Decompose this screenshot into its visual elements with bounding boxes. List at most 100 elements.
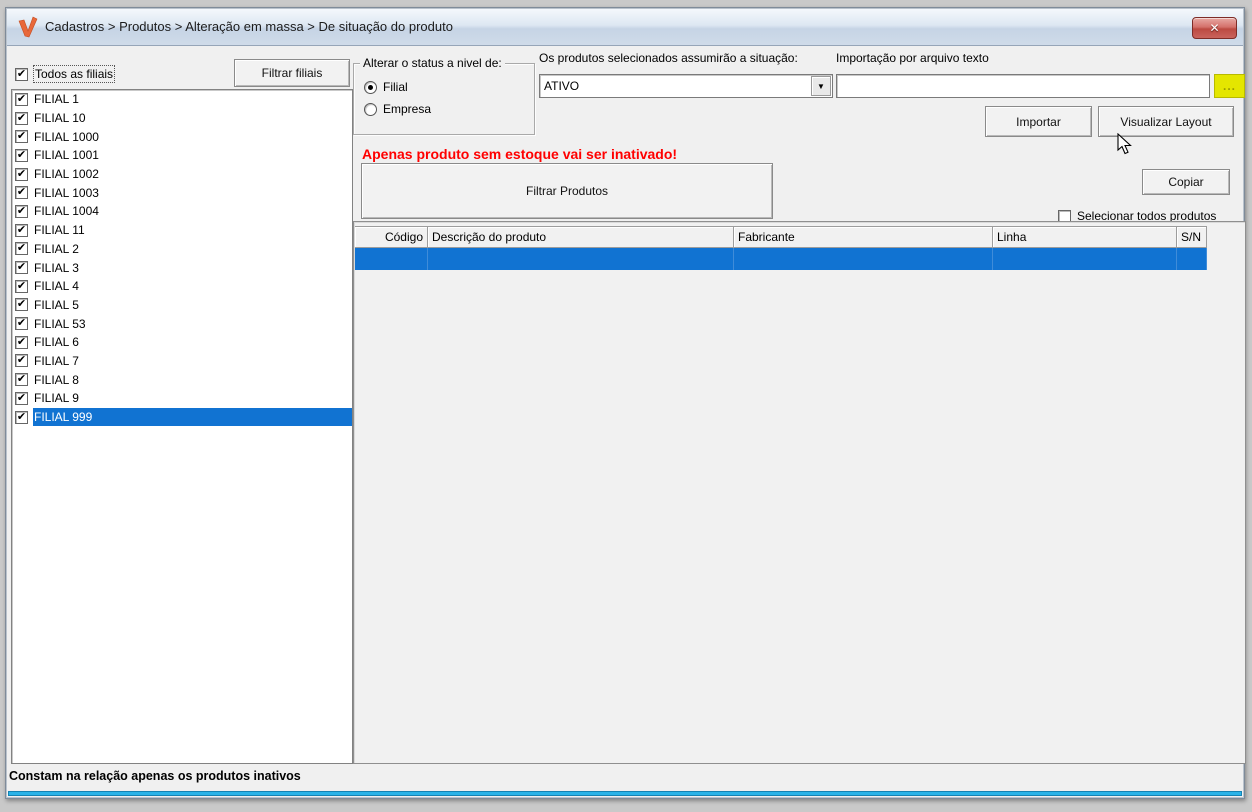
products-grid[interactable]: Código Descrição do produto Fabricante Linh…: [353, 221, 1246, 764]
close-icon: ✕: [1209, 21, 1220, 35]
situacao-dropdown[interactable]: ATIVO ▼: [539, 74, 833, 98]
list-item[interactable]: ✔ FILIAL 1003: [12, 183, 352, 202]
list-item[interactable]: ✔ FILIAL 1004: [12, 202, 352, 221]
list-item[interactable]: ✔ FILIAL 5: [12, 296, 352, 315]
radio-option-filial[interactable]: Filial: [364, 80, 408, 94]
mouse-cursor-icon: [1117, 133, 1132, 155]
chevron-down-icon[interactable]: ▼: [811, 76, 831, 96]
status-bar-text: Constam na relação apenas os produtos in…: [9, 769, 301, 783]
list-item-checkbox[interactable]: ✔: [15, 148, 28, 162]
list-item-checkbox[interactable]: ✔: [15, 279, 28, 293]
list-item-checkbox[interactable]: ✔: [15, 167, 28, 181]
list-item[interactable]: ✔ FILIAL 6: [12, 333, 352, 352]
title-bar[interactable]: Cadastros > Produtos > Alteração em mass…: [7, 9, 1243, 46]
window-bottom-accent: [8, 791, 1242, 796]
list-item-checkbox[interactable]: ✔: [15, 261, 28, 275]
list-item[interactable]: ✔ FILIAL 1001: [12, 146, 352, 165]
list-item-checkbox[interactable]: ✔: [15, 242, 28, 256]
grid-column-header[interactable]: Linha: [993, 226, 1177, 248]
list-item[interactable]: ✔ FILIAL 7: [12, 352, 352, 371]
window-title: Cadastros > Produtos > Alteração em mass…: [45, 19, 453, 34]
importacao-label: Importação por arquivo texto: [836, 51, 989, 65]
list-item[interactable]: ✔ FILIAL 3: [12, 258, 352, 277]
list-item[interactable]: ✔ FILIAL 53: [12, 314, 352, 333]
grid-cell[interactable]: [734, 248, 993, 270]
filtrar-produtos-button[interactable]: Filtrar Produtos: [361, 163, 773, 219]
grid-column-header[interactable]: Fabricante: [734, 226, 993, 248]
list-item-label: FILIAL 1: [34, 92, 79, 107]
radio-icon[interactable]: [364, 102, 377, 116]
grid-cell[interactable]: [428, 248, 734, 270]
importar-button[interactable]: Importar: [985, 106, 1092, 137]
list-item[interactable]: ✔ FILIAL 9: [12, 389, 352, 408]
select-all-filiais-checkbox[interactable]: ✔: [15, 67, 28, 81]
list-item[interactable]: ✔ FILIAL 10: [12, 109, 352, 128]
filial-list[interactable]: ✔ FILIAL 1 ✔ FILIAL 10 ✔ FILIAL 1000 ✔ FILIAL 1…: [11, 89, 353, 764]
status-level-groupbox: Alterar o status a nivel de: Filial Empre…: [353, 56, 535, 135]
list-item[interactable]: ✔ FILIAL 2: [12, 240, 352, 259]
app-window: Cadastros > Produtos > Alteração em mass…: [5, 7, 1246, 799]
list-item-label: FILIAL 1001: [34, 148, 99, 163]
list-item[interactable]: ✔ FILIAL 1000: [12, 127, 352, 146]
select-all-filiais-label: Todos as filiais: [32, 65, 116, 83]
list-item-checkbox[interactable]: ✔: [15, 223, 28, 237]
list-item-label: FILIAL 9: [34, 391, 79, 406]
list-item-label: FILIAL 4: [34, 279, 79, 294]
browse-file-button[interactable]: ...: [1214, 74, 1245, 98]
list-item-label: FILIAL 10: [34, 111, 86, 126]
list-item-checkbox[interactable]: ✔: [15, 354, 28, 368]
list-item[interactable]: ✔ FILIAL 1002: [12, 165, 352, 184]
list-item[interactable]: ✔ FILIAL 8: [12, 370, 352, 389]
list-item-label: FILIAL 6: [34, 335, 79, 350]
copiar-button[interactable]: Copiar: [1142, 169, 1230, 195]
list-item-checkbox[interactable]: ✔: [15, 298, 28, 312]
situacao-value: ATIVO: [544, 79, 580, 93]
list-item-label: FILIAL 3: [34, 260, 79, 275]
list-item-checkbox[interactable]: ✔: [15, 111, 28, 125]
close-button[interactable]: ✕: [1192, 17, 1237, 39]
list-item-checkbox[interactable]: ✔: [15, 92, 28, 106]
grid-selected-row[interactable]: [355, 248, 1207, 270]
list-item-checkbox[interactable]: ✔: [15, 130, 28, 144]
list-item[interactable]: ✔ FILIAL 999: [12, 407, 352, 427]
list-item-label: FILIAL 2: [34, 241, 79, 256]
list-item-label: FILIAL 1000: [34, 129, 99, 144]
list-item-label: FILIAL 1004: [34, 204, 99, 219]
list-item-label: FILIAL 8: [34, 372, 79, 387]
list-item[interactable]: ✔ FILIAL 11: [12, 221, 352, 240]
radio-icon[interactable]: [364, 80, 377, 94]
grid-column-header[interactable]: Código: [355, 226, 428, 248]
grid-column-header[interactable]: Descrição do produto: [428, 226, 734, 248]
list-item-label: FILIAL 1002: [34, 167, 99, 182]
list-item-checkbox[interactable]: ✔: [15, 335, 28, 349]
radio-option-empresa[interactable]: Empresa: [364, 102, 431, 116]
status-level-title: Alterar o status a nivel de:: [360, 56, 505, 70]
list-item-checkbox[interactable]: ✔: [15, 204, 28, 218]
list-item-label: FILIAL 999: [33, 407, 352, 427]
radio-label: Filial: [383, 80, 408, 94]
list-item-label: FILIAL 1003: [34, 185, 99, 200]
grid-column-header[interactable]: S/N: [1177, 226, 1207, 248]
grid-cell[interactable]: [1177, 248, 1207, 270]
situacao-label: Os produtos selecionados assumirão a sit…: [539, 51, 798, 65]
list-item[interactable]: ✔ FILIAL 1: [12, 90, 352, 109]
list-item-checkbox[interactable]: ✔: [15, 317, 28, 331]
list-item-checkbox[interactable]: ✔: [15, 373, 28, 387]
importacao-file-input[interactable]: [836, 74, 1210, 98]
list-item-label: FILIAL 11: [34, 223, 85, 238]
list-item-checkbox[interactable]: ✔: [15, 186, 28, 200]
list-item-label: FILIAL 7: [34, 353, 79, 368]
filtrar-filiais-button[interactable]: Filtrar filiais: [234, 59, 350, 87]
grid-header-row: Código Descrição do produto Fabricante Linh…: [355, 226, 1207, 248]
list-item[interactable]: ✔ FILIAL 4: [12, 277, 352, 296]
grid-cell[interactable]: [355, 248, 428, 270]
radio-label: Empresa: [383, 102, 432, 116]
list-item-checkbox[interactable]: ✔: [15, 391, 28, 405]
warning-text: Apenas produto sem estoque vai ser inati…: [362, 146, 678, 162]
app-logo-icon: [18, 16, 38, 38]
list-item-label: FILIAL 53: [34, 316, 86, 331]
select-all-filiais[interactable]: ✔ Todos as filiais: [15, 65, 116, 83]
list-item-label: FILIAL 5: [34, 297, 79, 312]
list-item-checkbox[interactable]: ✔: [15, 410, 28, 424]
grid-cell[interactable]: [993, 248, 1177, 270]
